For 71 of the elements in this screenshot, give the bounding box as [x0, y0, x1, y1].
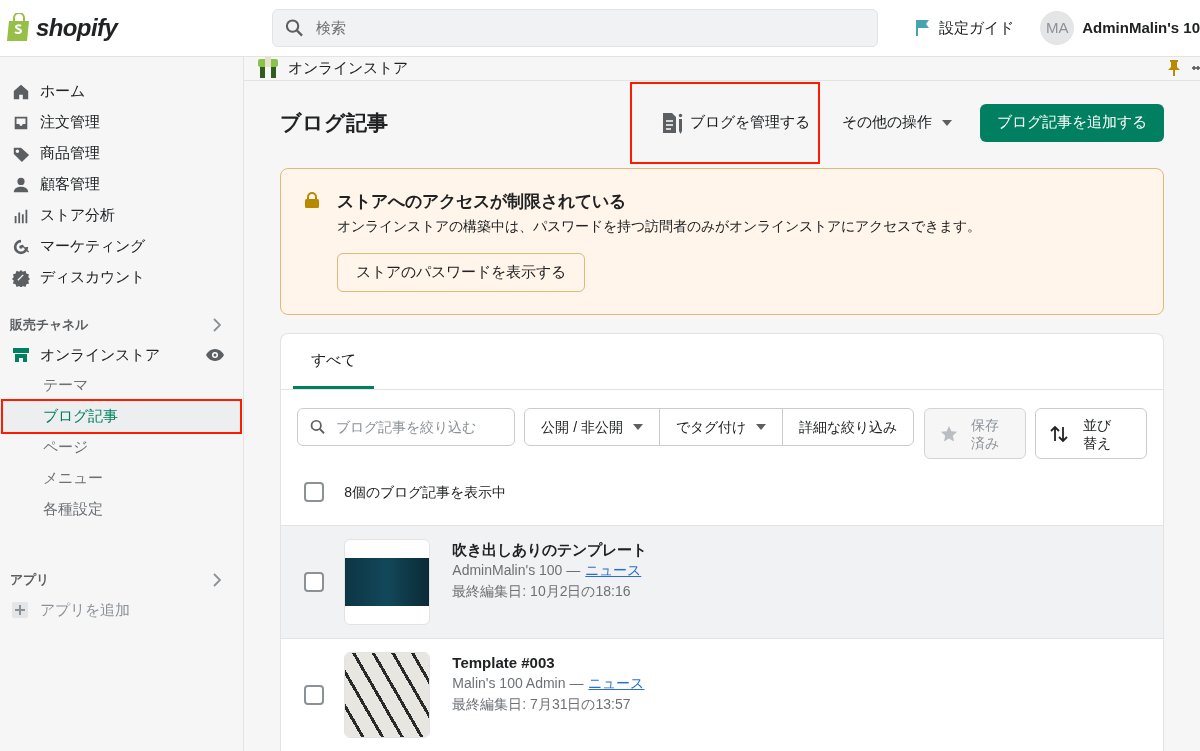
- banner-title: ストアへのアクセスが制限されている: [337, 190, 628, 213]
- row-checkbox[interactable]: [304, 572, 325, 592]
- pin-icon[interactable]: [1168, 59, 1180, 78]
- star-icon: [940, 424, 958, 443]
- plus-icon: [12, 602, 28, 618]
- chevron-right-icon[interactable]: [213, 318, 222, 332]
- shopping-bag-icon: [6, 13, 32, 43]
- nav-icon: [12, 237, 30, 256]
- nav-item[interactable]: ホーム: [0, 76, 244, 107]
- more-dots-icon[interactable]: [1192, 66, 1200, 71]
- logo-text[interactable]: shopify: [36, 10, 118, 46]
- filter-input[interactable]: ブログ記事を絞り込む: [335, 416, 503, 438]
- nav-item[interactable]: 注文管理: [0, 107, 244, 138]
- store-name[interactable]: AdminMalin's 10: [1082, 16, 1200, 40]
- post-title[interactable]: Template #003: [452, 652, 645, 673]
- filter-button[interactable]: でタグ付け: [659, 409, 782, 445]
- show-password-button[interactable]: ストアのパスワードを表示する: [337, 253, 586, 292]
- chevron-right-icon[interactable]: [213, 573, 222, 587]
- banner-text: オンラインストアの構築中は、パスワードを持つ訪問者のみがオンラインストアにアクセスできます。: [337, 217, 982, 236]
- section-heading: アプリ: [10, 571, 49, 590]
- nav-sub-item[interactable]: ブログ記事: [3, 401, 241, 432]
- add-blog-post-button[interactable]: ブログ記事を追加する: [980, 103, 1164, 142]
- more-actions-button[interactable]: その他の操作: [842, 111, 952, 134]
- blog-link[interactable]: ニュース: [585, 560, 642, 581]
- search-icon: [285, 18, 304, 38]
- nav-item[interactable]: マーケティング: [0, 231, 244, 262]
- manage-blogs-button[interactable]: ブログを管理する: [630, 81, 820, 164]
- search-icon: [310, 418, 326, 436]
- filter-button[interactable]: 公開 / 非公開: [525, 409, 659, 445]
- nav-sub-item[interactable]: メニュー: [3, 463, 241, 494]
- search-field[interactable]: 検索: [272, 9, 878, 47]
- last-edited: 最終編集日: 10月2日の18:16: [452, 582, 632, 601]
- nav-item[interactable]: オンラインストア: [40, 343, 160, 367]
- caret-icon: [942, 119, 952, 126]
- store-icon: [12, 347, 30, 363]
- tab[interactable]: すべて: [293, 334, 375, 389]
- post-author: AdminMalin's 100 —: [452, 561, 581, 580]
- eye-icon[interactable]: [205, 348, 226, 362]
- nav-sub-item[interactable]: ページ: [3, 432, 241, 463]
- filter-field[interactable]: ブログ記事を絞り込む: [297, 408, 516, 446]
- caret-icon: [756, 424, 766, 430]
- sort-arrows-icon: [1050, 424, 1068, 443]
- store-app-icon: [258, 57, 279, 80]
- post-author: Malin's 100 Admin —: [452, 674, 584, 693]
- nav-icon: [12, 175, 30, 194]
- document-pen-icon: [662, 111, 684, 134]
- post-title[interactable]: 吹き出しありのテンプレート: [452, 539, 648, 560]
- caret-icon: [633, 424, 643, 430]
- nav-item[interactable]: ディスカウント: [0, 262, 244, 293]
- blog-link[interactable]: ニュース: [588, 673, 645, 694]
- page-title: ブログ記事: [280, 109, 389, 136]
- nav-sub-item[interactable]: テーマ: [3, 370, 241, 401]
- select-all-checkbox[interactable]: [304, 482, 325, 502]
- search-input[interactable]: 検索: [315, 16, 865, 40]
- setup-guide-link[interactable]: 設定ガイド: [939, 16, 1015, 40]
- nav-item[interactable]: 商品管理: [0, 138, 244, 169]
- nav-sub-item[interactable]: 各種設定: [3, 494, 241, 525]
- blog-post-row[interactable]: 吹き出しありのテンプレート AdminMalin's 100 — ニュース 最終編集日: 10月2日の18:16: [281, 525, 1163, 638]
- row-checkbox[interactable]: [304, 685, 325, 705]
- nav-item[interactable]: 顧客管理: [0, 169, 244, 200]
- nav-item[interactable]: ストア分析: [0, 200, 244, 231]
- sort-button[interactable]: 並び替え: [1035, 408, 1147, 459]
- last-edited: 最終編集日: 7月31日の13:57: [452, 695, 632, 714]
- section-heading: 販売チャネル: [10, 316, 88, 335]
- channel-title: オンラインストア: [288, 58, 409, 78]
- flag-icon: [915, 18, 932, 38]
- lock-icon: [305, 191, 320, 208]
- filter-button[interactable]: 詳細な絞り込み: [782, 409, 913, 445]
- nav-icon: [12, 82, 30, 101]
- nav-icon: [12, 268, 30, 287]
- post-count: 8個のブログ記事を表示中: [344, 482, 507, 502]
